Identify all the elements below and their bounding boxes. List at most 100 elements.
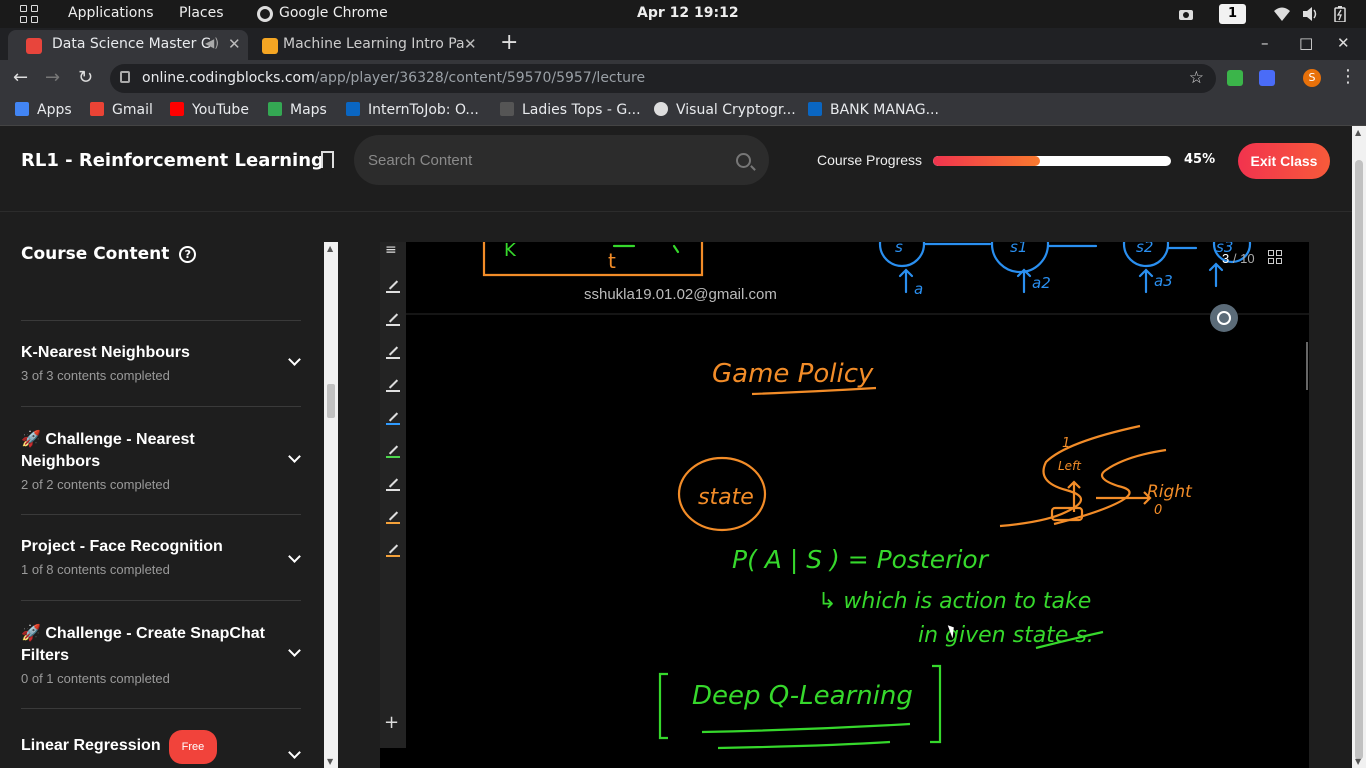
board-bottom-label: Deep Q-Learning [692,681,913,711]
board-explanation-1: ↳ which is action to take [818,589,1091,614]
free-badge: Free [168,730,218,764]
pen-tool-icon[interactable] [386,511,400,525]
youtube-icon [170,102,184,116]
section-title: 🚀 Challenge - Create SnapChat Filters [21,625,265,664]
volume-icon[interactable] [1302,6,1318,22]
wifi-icon[interactable] [1274,6,1290,22]
pen-tool-icon[interactable] [386,445,400,459]
bookmark-visual-cryptography[interactable]: Visual Cryptogr... [654,102,796,118]
pen-tool-icon[interactable] [386,379,400,393]
battery-icon[interactable] [1332,6,1348,22]
board-state-label: state [698,485,754,510]
address-bar[interactable]: online.codingblocks.com/app/player/36328… [110,64,1216,93]
maximize-icon[interactable]: □ [1299,34,1313,52]
scrollbar-thumb[interactable] [327,384,335,418]
bookmark-gmail[interactable]: Gmail [90,102,153,118]
page-scrollbar[interactable]: ▲ ▼ [1352,126,1366,768]
tab-strip: Data Science Master C ◀) ✕ Machine Learn… [0,28,1366,60]
pen-tool-icon[interactable] [386,412,400,426]
settings-gear-icon[interactable] [1210,304,1238,332]
add-page-icon[interactable]: + [384,712,399,733]
profile-avatar[interactable]: S [1303,69,1321,87]
pen-tool-icon[interactable] [386,346,400,360]
scroll-up-arrow-icon[interactable]: ▲ [327,244,333,253]
menu-icon[interactable]: ≡ [385,242,397,258]
bookmark-star-icon[interactable]: ☆ [1189,68,1204,88]
bookmark-icon[interactable] [321,151,334,173]
whiteboard-canvas: K t s s1 s2 s3 a a2 a3 Game Policy state… [406,242,1309,750]
scroll-up-arrow-icon[interactable]: ▲ [1355,128,1361,137]
bookmark-youtube[interactable]: YouTube [170,102,249,118]
board-fragment-k: K [504,242,517,261]
active-app-label[interactable]: Google Chrome [279,5,388,21]
close-window-icon[interactable]: ✕ [1337,34,1350,52]
bookmark-ladies-tops[interactable]: Ladies Tops - G... [500,102,641,118]
bookmark-maps[interactable]: Maps [268,102,327,118]
lock-icon[interactable] [120,71,130,83]
camera-tray-icon[interactable] [1178,6,1194,22]
board-state-s2: s2 [1136,242,1153,256]
extension-icon-1[interactable] [1227,70,1243,86]
back-arrow-icon[interactable]: ← [13,67,28,88]
section-title: K-Nearest Neighbours [21,344,190,361]
search-icon[interactable] [736,153,751,168]
chevron-down-icon[interactable] [288,550,301,563]
tab-title: Machine Learning Intro Pa [283,36,465,52]
section-challenge-snapchat[interactable]: 🚀 Challenge - Create SnapChat Filters 0 … [21,623,301,709]
forward-arrow-icon[interactable]: → [45,67,60,88]
search-input[interactable] [354,135,769,185]
exit-class-button[interactable]: Exit Class [1238,143,1330,179]
board-state-s1: s1 [1010,242,1027,256]
section-face-recognition[interactable]: Project - Face Recognition 1 of 8 conten… [21,536,301,601]
github-icon [654,102,668,116]
whiteboard-player[interactable]: ≡ + K t s s1 s2 s3 a a2 a3 Game Policy s… [380,242,1309,768]
board-top-box-letter: t [608,249,616,273]
url-text[interactable]: online.codingblocks.com/app/player/36328… [142,70,645,86]
chevron-down-icon[interactable] [288,644,301,657]
address-row: ← → ↻ online.codingblocks.com/app/player… [0,60,1366,96]
scroll-down-arrow-icon[interactable]: ▼ [327,757,333,766]
scrollbar-thumb[interactable] [1355,160,1363,760]
tab-machine-learning[interactable]: Machine Learning Intro Pa ✕ [250,30,490,60]
gmail-icon [90,102,104,116]
bookmark-apps[interactable]: Apps [15,102,72,118]
speaker-icon[interactable]: ◀) [205,36,219,50]
apps-grid-icon [15,102,29,116]
places-menu[interactable]: Places [179,5,224,21]
workspace-indicator[interactable]: 1 [1219,4,1246,24]
section-progress: 2 of 2 contents completed [21,477,170,492]
close-tab-icon[interactable]: ✕ [228,35,241,53]
section-knn[interactable]: K-Nearest Neighbours 3 of 3 contents com… [21,342,301,407]
chevron-down-icon[interactable] [288,353,301,366]
course-content-title: Course Content ? [21,244,197,264]
pen-tool-icon[interactable] [386,478,400,492]
bookmark-bank-manag[interactable]: BANK MANAG... [808,102,939,118]
board-scroll-indicator[interactable] [1306,342,1308,390]
sidebar-scrollbar[interactable]: ▲ ▼ [324,242,338,768]
new-tab-button[interactable]: + [500,32,518,54]
help-icon[interactable]: ? [179,246,197,263]
scroll-down-arrow-icon[interactable]: ▼ [1355,757,1361,766]
minimize-icon[interactable]: – [1261,34,1269,52]
pen-tool-icon[interactable] [386,544,400,558]
section-linear-regression[interactable]: Linear Regression Free [21,730,301,768]
section-progress: 0 of 1 contents completed [21,671,170,686]
progress-label: Course Progress [817,152,923,168]
close-tab-icon[interactable]: ✕ [464,35,477,53]
chrome-menu-icon[interactable]: ⋮ [1339,66,1357,87]
pen-tool-icon[interactable] [386,280,400,294]
applications-menu[interactable]: Applications [68,5,154,21]
os-top-bar: Applications Places Google Chrome Apr 12… [0,0,1366,28]
activities-grid-icon[interactable] [20,5,38,23]
generic-site-icon [500,102,514,116]
board-action-a2: a2 [1032,274,1051,292]
extension-icon-2[interactable] [1259,70,1275,86]
clock[interactable]: Apr 12 19:12 [637,5,739,21]
bookmark-interntojob[interactable]: InternToJob: O... [346,102,479,118]
pen-tool-icon[interactable] [386,313,400,327]
chevron-down-icon[interactable] [288,450,301,463]
tab-data-science[interactable]: Data Science Master C ◀) ✕ [8,30,248,60]
page-grid-icon[interactable] [1268,250,1282,264]
reload-icon[interactable]: ↻ [78,67,93,88]
section-challenge-nn[interactable]: 🚀 Challenge - Nearest Neighbors 2 of 2 c… [21,429,301,515]
